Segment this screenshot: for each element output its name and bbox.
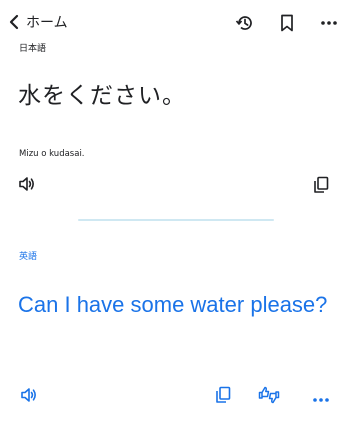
target-more-button[interactable] (310, 386, 332, 408)
translation-screen: ホーム 日本語 水をください。 Mizu o kudasai. 英語 Can I… (0, 0, 350, 435)
source-copy-button[interactable] (313, 176, 329, 198)
speaker-icon (20, 387, 38, 407)
more-icon[interactable] (318, 12, 340, 34)
back-label: ホーム (26, 15, 68, 31)
target-language-label: 英語 (19, 252, 38, 262)
more-icon (312, 388, 330, 407)
divider (78, 219, 274, 221)
feedback-button[interactable] (258, 386, 280, 408)
source-language-label: 日本語 (19, 44, 47, 54)
feedback-icon (258, 386, 280, 408)
back-button[interactable]: ホーム (8, 12, 68, 32)
source-text[interactable]: 水をください。 (18, 76, 186, 110)
top-actions (214, 12, 340, 34)
target-speak-button[interactable] (18, 386, 40, 408)
transliteration-text: Mizu o kudasai. (19, 149, 85, 159)
copy-icon (215, 386, 231, 408)
speaker-icon (18, 177, 36, 196)
history-icon[interactable] (234, 12, 256, 34)
translated-text[interactable]: Can I have some water please? (18, 289, 338, 320)
bookmark-icon[interactable] (276, 12, 298, 34)
source-speak-button[interactable] (18, 176, 36, 196)
copy-icon (313, 176, 329, 198)
chevron-left-icon (8, 14, 20, 30)
target-copy-button[interactable] (212, 386, 234, 408)
top-bar: ホーム (0, 0, 350, 42)
